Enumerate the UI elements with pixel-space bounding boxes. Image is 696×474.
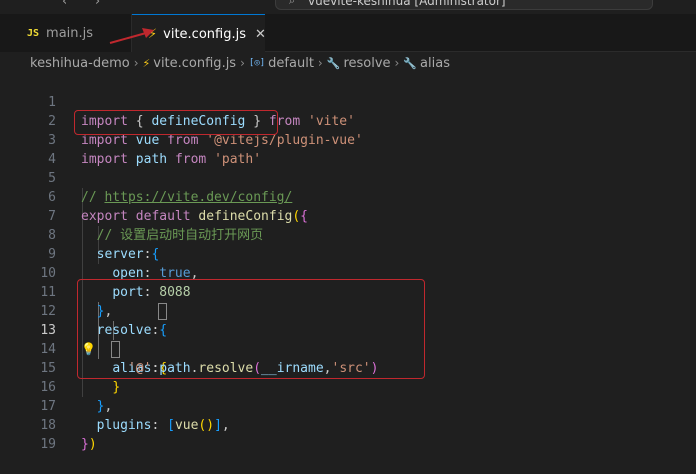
code-line-18: 18 }) (0, 397, 696, 452)
wrench-icon: 🔧 (403, 56, 418, 70)
code-token: } (81, 437, 89, 452)
code-line-7: 7 // 设置启动时自动打开网页 (0, 188, 696, 243)
back-arrow-icon[interactable]: ‹ (62, 0, 67, 9)
code-line-3: 3 import path from 'path' (0, 112, 696, 167)
code-line-5: 5 // https://vite.dev/config/ (0, 150, 696, 205)
tab-label: main.js (46, 25, 94, 41)
vite-file-icon: ⚡ (142, 56, 151, 70)
javascript-file-icon: JS (27, 27, 40, 39)
tab-label: vite.config.js (163, 26, 246, 42)
line-number: 19 (40, 437, 56, 452)
close-icon[interactable]: ✕ (255, 27, 266, 42)
variable-icon: [◎] (248, 58, 266, 68)
code-line-19: 19 (0, 416, 696, 452)
tab-vite-config-js[interactable]: ⚡ vite.config.js ✕ (132, 14, 266, 53)
breadcrumb-symbol-alias[interactable]: alias (420, 56, 450, 71)
code-line-15: 15 } (0, 340, 696, 395)
breadcrumb: keshihua-demo › ⚡ vite.config.js › [◎] d… (0, 52, 696, 74)
code-line-1: 1 import { defineConfig } from 'vite' (0, 74, 696, 129)
tab-main-js[interactable]: JS main.js (0, 14, 132, 52)
breadcrumb-symbol-resolve[interactable]: resolve (343, 56, 390, 71)
code-line-4: 4 (0, 131, 696, 167)
editor-tab-bar: JS main.js ⚡ vite.config.js ✕ (0, 14, 696, 53)
code-line-6: 6 export default defineConfig({ (0, 169, 696, 224)
code-line-10: 10 port: 8088 (0, 245, 696, 300)
chevron-right-icon: › (133, 56, 139, 70)
code-line-9: 9 open: true, (0, 226, 696, 281)
title-bar: ‹ › ⌕ vuevite-keshihua [Administrator] (0, 0, 696, 14)
code-line-14: 14 '@':path.resolve(__irname,'src') (0, 321, 696, 376)
vite-file-icon: ⚡ (148, 26, 158, 42)
wrench-icon: 🔧 (326, 56, 341, 70)
code-line-11: 11 }, (0, 264, 696, 319)
code-line-8: 8 server:{ (0, 207, 696, 262)
chevron-right-icon: › (317, 56, 323, 70)
code-line-2: 2 import vue from '@vitejs/plugin-vue' (0, 93, 696, 148)
breadcrumb-folder[interactable]: keshihua-demo (30, 56, 130, 71)
code-line-13: 13 💡 alias:{ (0, 302, 696, 376)
breadcrumb-symbol-default[interactable]: default (268, 56, 314, 71)
breadcrumb-file[interactable]: vite.config.js (153, 56, 236, 71)
code-line-17: 17 plugins: [vue()], (0, 378, 696, 433)
window-title: vuevite-keshihua [Administrator] (308, 0, 506, 8)
code-line-12: 12 resolve:{ (0, 283, 696, 338)
chevron-right-icon: › (394, 56, 400, 70)
code-editor[interactable]: 1 import { defineConfig } from 'vite' 2 … (0, 74, 696, 474)
command-center[interactable]: ⌕ vuevite-keshihua [Administrator] (275, 0, 653, 10)
forward-arrow-icon[interactable]: › (95, 0, 100, 9)
search-icon: ⌕ (289, 0, 296, 7)
chevron-right-icon: › (240, 56, 245, 70)
code-line-16: 16 }, (0, 359, 696, 414)
code-token: ) (88, 437, 97, 452)
